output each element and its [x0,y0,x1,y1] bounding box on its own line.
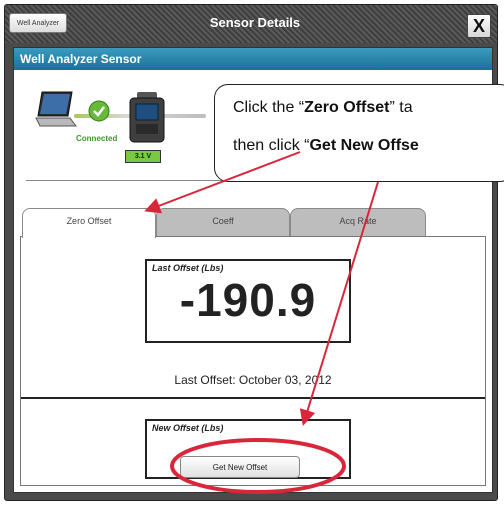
instruction-callout: Click the “Zero Offset” ta then click “G… [214,84,504,182]
check-circle-icon [88,100,110,122]
callout-text-2a: then click “ [233,137,310,154]
tab-acq-rate[interactable]: Acq Rate [290,208,426,237]
tab-zero-offset[interactable]: Zero Offset [22,208,156,238]
well-analyzer-button[interactable]: Well Analyzer [9,13,67,33]
callout-line-2: then click “Get New Offse [233,137,419,155]
callout-bold-get-new-offset: Get New Offse [309,137,419,154]
close-button[interactable]: X [467,14,491,38]
callout-line-1: Click the “Zero Offset” ta [233,99,413,117]
window-title: Sensor Details [209,15,301,30]
tab-bar: Zero Offset Coeff Acq Rate [22,208,442,238]
connection-status: Connected [76,134,118,143]
close-icon: X [472,16,485,36]
get-new-offset-button[interactable]: Get New Offset [180,456,300,478]
zero-offset-content: Last Offset (Lbs) -190.9 Last Offset: Oc… [20,236,486,486]
last-offset-date: Last Offset: October 03, 2012 [174,373,332,387]
laptop-icon [35,91,77,127]
panel-header: Well Analyzer Sensor [14,48,492,70]
voltage-badge: 3.1 V [125,150,161,163]
sensor-details-window: Well Analyzer Sensor Details X Well Anal… [4,4,498,501]
last-offset-title: Last Offset (Lbs) [152,263,224,273]
tab-coeff[interactable]: Coeff [156,208,290,237]
analyzer-device-icon [129,92,165,143]
section-divider [21,397,485,399]
callout-bold-zero-offset: Zero Offset [304,99,390,116]
new-offset-title: New Offset (Lbs) [152,423,224,433]
callout-text-1a: Click the “ [233,99,305,116]
last-offset-value: -190.9 [179,274,317,326]
title-bar: Well Analyzer Sensor Details X [5,5,497,43]
last-offset-box: Last Offset (Lbs) -190.9 [145,259,351,343]
callout-text-1b: ” ta [389,99,413,116]
